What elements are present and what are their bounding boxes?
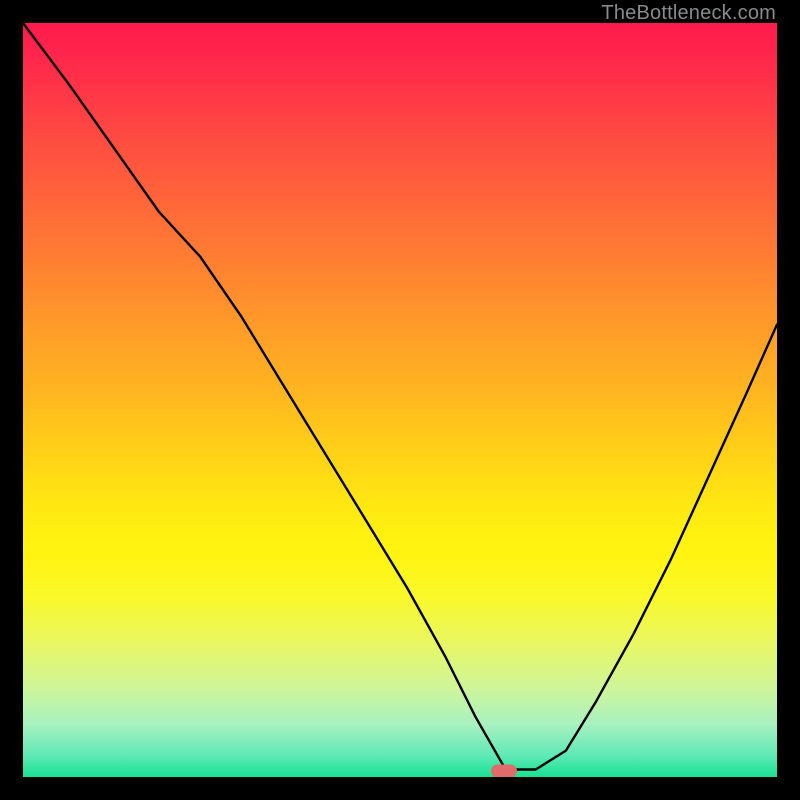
optimal-point-marker [491,764,517,777]
bottleneck-curve [23,23,777,777]
watermark-text: TheBottleneck.com [601,2,776,25]
plot-area [23,23,777,777]
chart-frame: TheBottleneck.com [0,0,800,800]
